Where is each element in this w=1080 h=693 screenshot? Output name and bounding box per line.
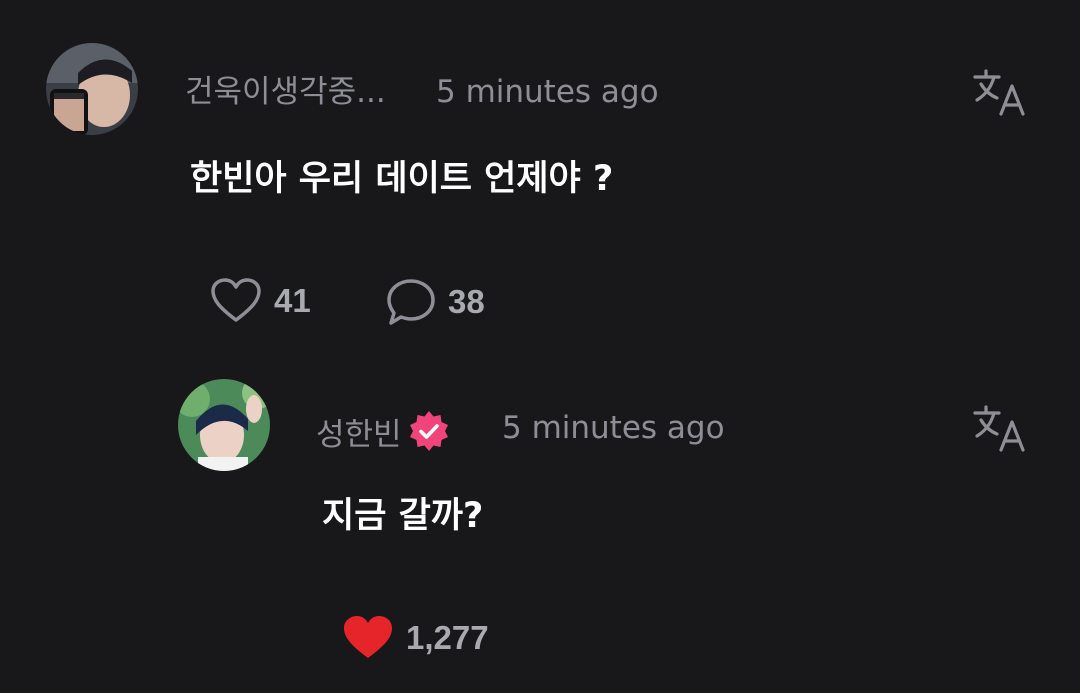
heart-filled-icon xyxy=(344,616,392,658)
comment-avatar[interactable] xyxy=(46,43,138,135)
translate-icon xyxy=(973,405,1025,452)
comment-reply-count: 38 xyxy=(448,283,485,320)
comment-translate-button[interactable] xyxy=(972,68,1028,120)
verified-badge-icon xyxy=(408,410,450,460)
heart-outline-icon xyxy=(211,278,261,322)
reply-text: 지금 갈까? xyxy=(322,496,484,536)
translate-icon xyxy=(973,69,1025,116)
reply-like-button[interactable]: 1,277 xyxy=(342,615,489,661)
reply-username-row[interactable]: 성한빈 xyxy=(316,410,450,460)
comment-like-button[interactable]: 41 xyxy=(210,278,311,324)
speech-bubble-icon xyxy=(387,279,435,325)
reply-like-count: 1,277 xyxy=(406,619,489,656)
reply-username: 성한빈 xyxy=(316,417,402,453)
reply-timestamp: 5 minutes ago xyxy=(502,410,725,446)
comment-timestamp: 5 minutes ago xyxy=(436,74,659,110)
reply-avatar[interactable] xyxy=(178,379,270,471)
comment-like-count: 41 xyxy=(274,282,311,319)
comment-username[interactable]: 건욱이생각중... xyxy=(185,74,386,110)
reply-translate-button[interactable] xyxy=(972,404,1028,456)
comment-text: 한빈아 우리 데이트 언제야 ? xyxy=(190,159,614,199)
comment-reply-button[interactable]: 38 xyxy=(386,278,485,326)
